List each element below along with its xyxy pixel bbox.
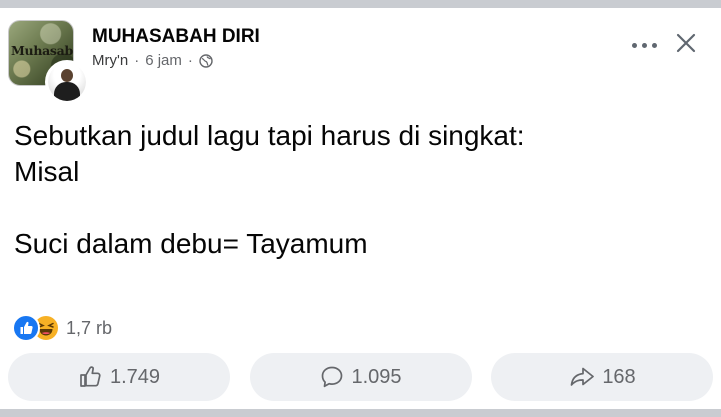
post-content: Sebutkan judul lagu tapi harus di singka…	[14, 118, 704, 262]
author-avatar-body	[54, 82, 80, 101]
post-text-line: Misal	[14, 156, 80, 187]
more-dot	[632, 43, 637, 48]
avatar-group[interactable]: Muhasabah	[8, 20, 89, 104]
globe-icon	[199, 53, 213, 68]
share-count: 168	[602, 365, 636, 388]
like-button[interactable]: 1.749	[8, 353, 230, 401]
page-logo-text: Muhasabah	[11, 43, 73, 58]
like-icon	[80, 366, 101, 387]
comment-icon	[322, 366, 343, 388]
more-options-icon[interactable]	[630, 35, 660, 55]
author-avatar-head	[61, 69, 73, 82]
action-bar: 1.749 1.095 168	[8, 353, 713, 401]
meta-separator: ·	[134, 52, 140, 69]
meta-separator: ·	[187, 52, 193, 69]
author-name[interactable]: Mry'n	[92, 52, 128, 69]
post-text-line: Sebutkan judul lagu tapi harus di singka…	[14, 120, 525, 151]
reaction-count: 1,7 rb	[66, 317, 113, 338]
close-icon[interactable]	[673, 30, 699, 56]
post-time[interactable]: 6 jam	[145, 52, 182, 69]
like-count: 1.749	[109, 365, 161, 388]
reactions-summary[interactable]: 1,7 rb	[12, 314, 113, 342]
share-icon	[570, 367, 595, 386]
post-header: Muhasabah MUHASABAH DIRI Mry'n · 6 jam ·	[0, 8, 721, 104]
page-name[interactable]: MUHASABAH DIRI	[92, 26, 260, 48]
author-avatar[interactable]	[45, 60, 89, 104]
more-dot	[652, 43, 657, 48]
share-button[interactable]: 168	[491, 353, 713, 401]
like-reaction-icon	[12, 314, 40, 342]
more-dot	[642, 43, 647, 48]
bottom-divider	[0, 409, 721, 417]
post-text-gap	[14, 190, 704, 226]
comment-button[interactable]: 1.095	[249, 353, 472, 401]
post-meta: Mry'n · 6 jam ·	[92, 52, 213, 69]
post-text-line: Suci dalam debu= Tayamum	[14, 228, 368, 259]
post-card: Muhasabah MUHASABAH DIRI Mry'n · 6 jam ·	[0, 8, 721, 409]
comment-count: 1.095	[351, 365, 402, 388]
